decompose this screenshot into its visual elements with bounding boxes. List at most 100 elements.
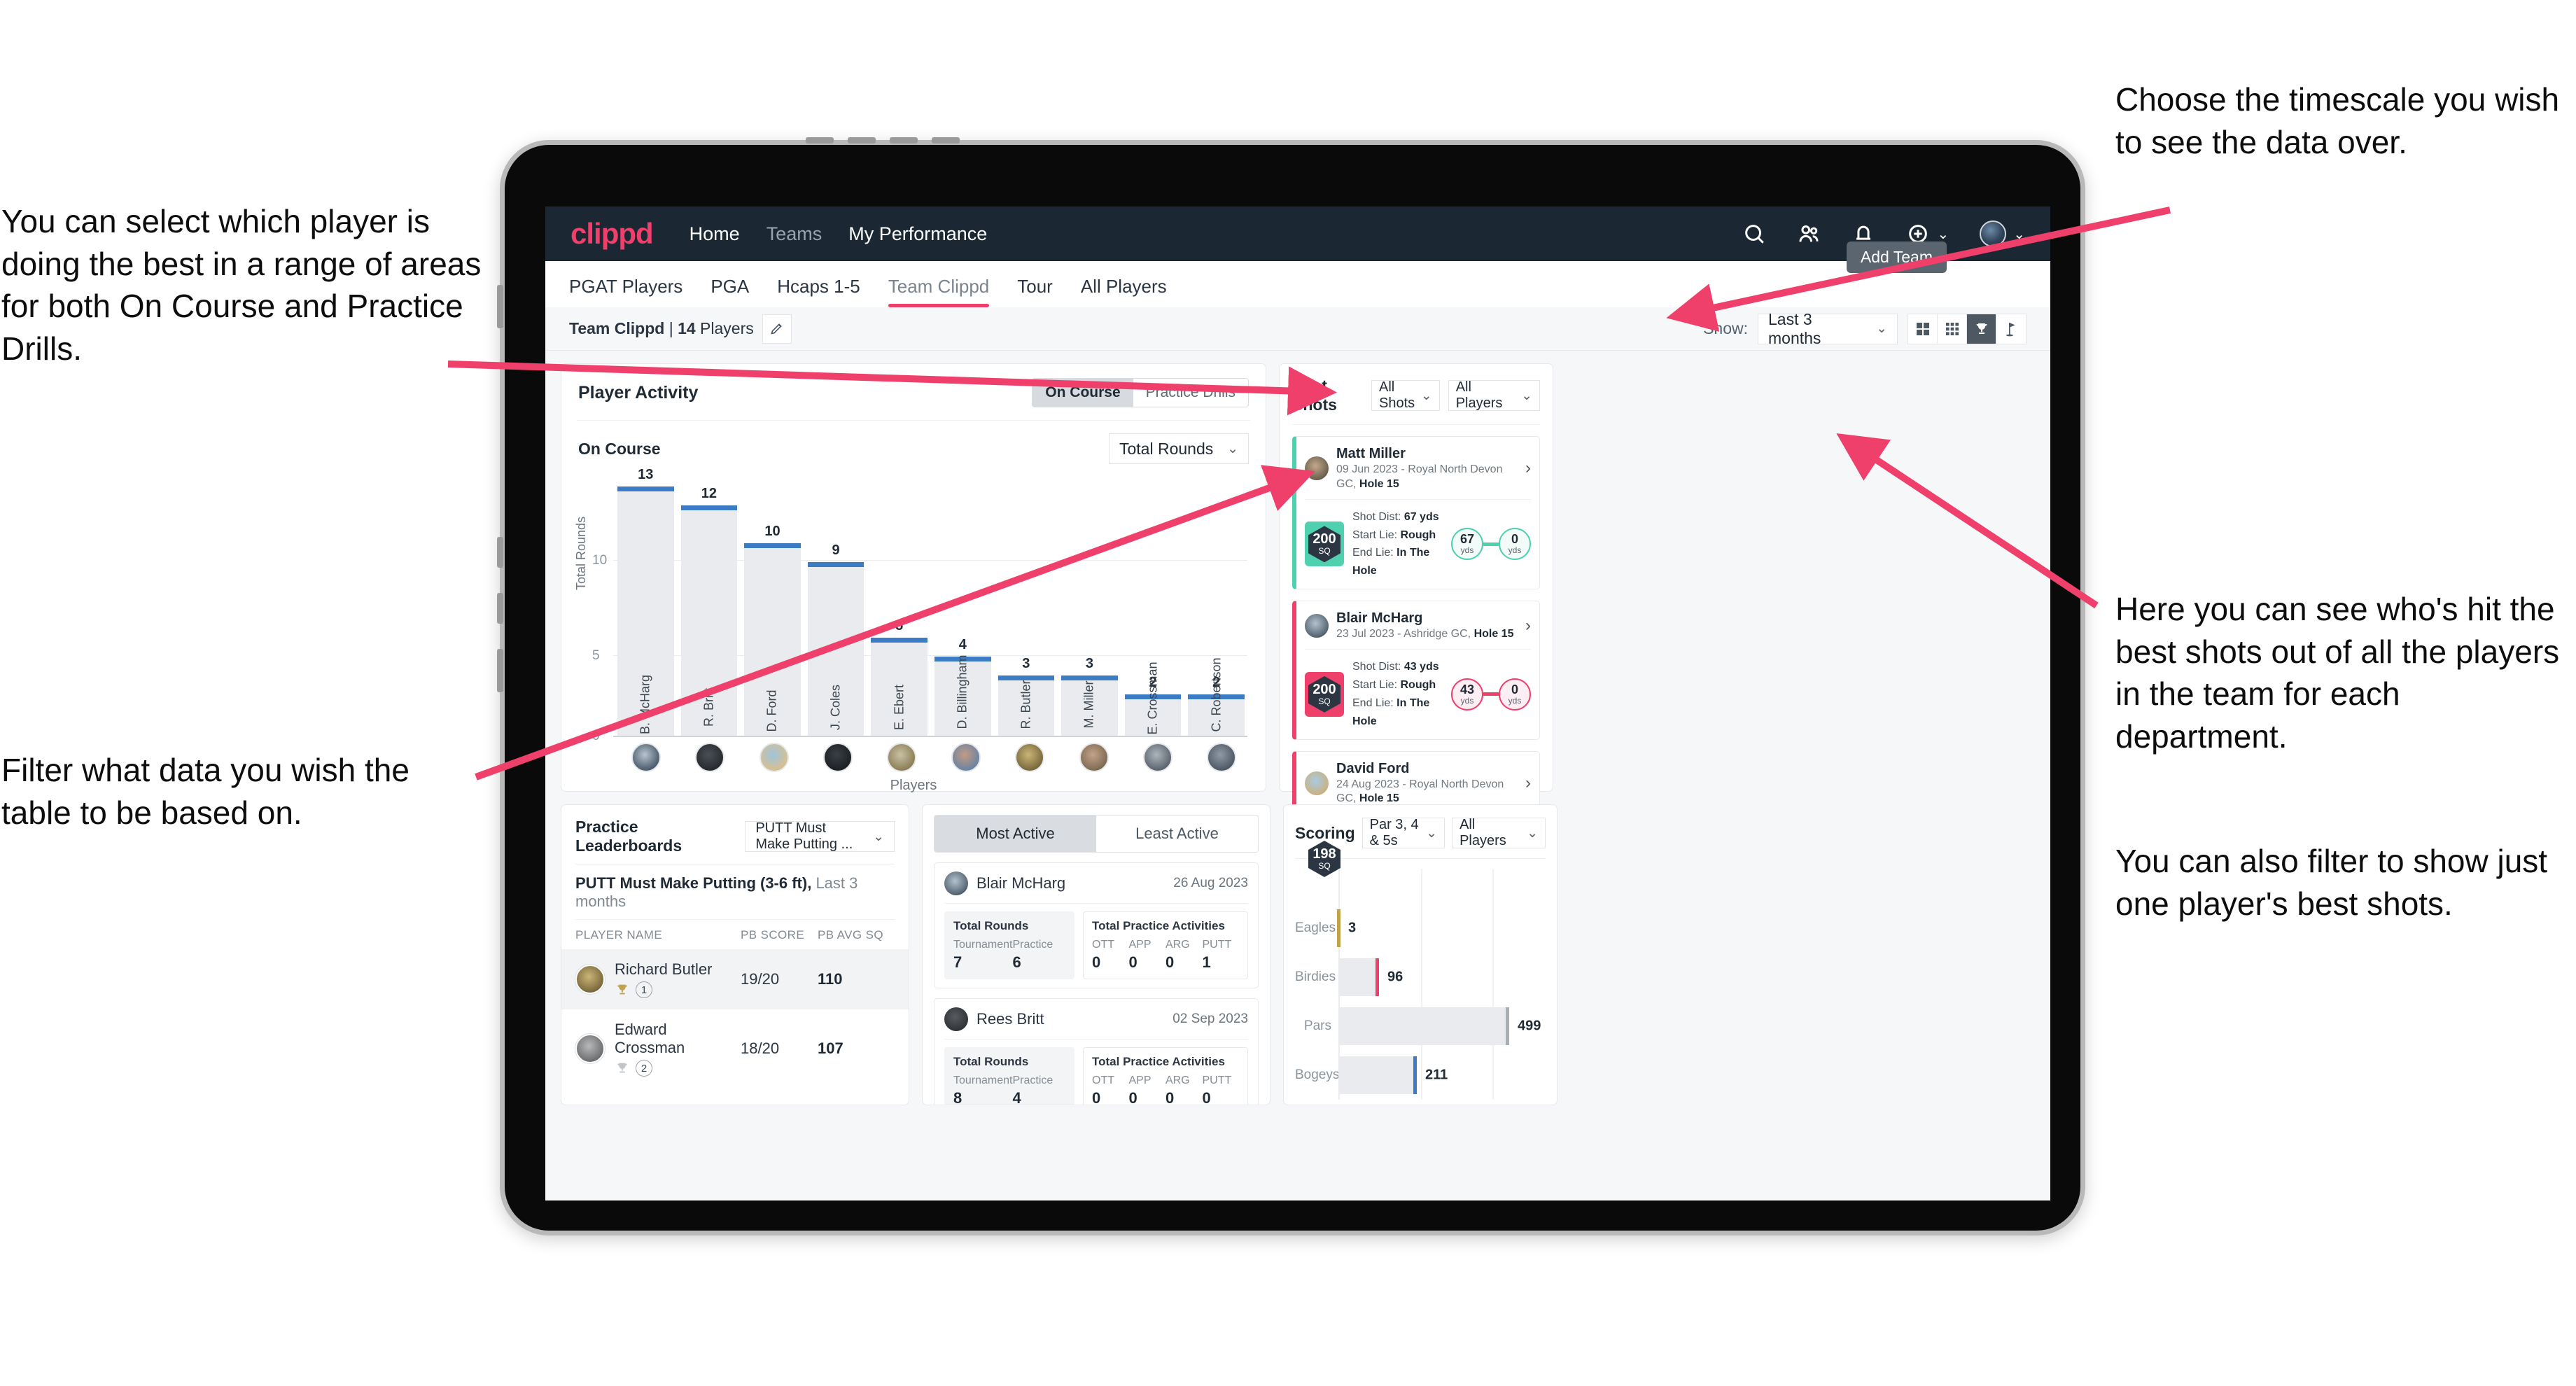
toggle-on-course[interactable]: On Course: [1032, 379, 1133, 407]
chevron-right-icon[interactable]: ›: [1520, 774, 1531, 793]
tab-all-players[interactable]: All Players: [1081, 276, 1167, 307]
practice-value: 0: [1128, 953, 1138, 971]
bar-column[interactable]: 13 B. McHarg: [617, 467, 674, 736]
annotation-timescale: Choose the timescale you wish to see the…: [2115, 81, 2560, 160]
drill-name: PUTT Must Make Putting (3-6 ft),: [575, 874, 812, 892]
player-activity-subheader: On Course Total Rounds ⌄: [561, 421, 1266, 468]
search-icon[interactable]: [1742, 222, 1766, 246]
player-avatar[interactable]: [809, 743, 866, 772]
chevron-down-icon[interactable]: ⌄: [2013, 225, 2025, 243]
distance-end: 0yds: [1499, 528, 1531, 561]
activity-card-header: Rees Britt 02 Sep 2023: [944, 1007, 1248, 1031]
bar-column[interactable]: 2 C. Robertson: [1188, 471, 1245, 736]
total-rounds-cols: Tournament 7 Practice 6: [953, 939, 1065, 972]
secondary-tab-bar: PGAT Players PGA Hcaps 1-5 Team Clippd T…: [545, 241, 2050, 307]
people-icon[interactable]: [1797, 222, 1821, 246]
tab-most-active[interactable]: Most Active: [934, 816, 1096, 852]
y-axis-title: Total Rounds: [574, 516, 588, 590]
edit-team-button[interactable]: [762, 314, 792, 344]
to-unit: yds: [1508, 695, 1522, 706]
tab-team-clippd[interactable]: Team Clippd: [888, 276, 989, 307]
scoring-value: 499: [1518, 1018, 1541, 1034]
avatar: [1305, 456, 1329, 481]
practice-col: ARG 0: [1166, 1074, 1203, 1105]
clippd-logo[interactable]: clippd: [570, 217, 654, 251]
bar-cap: [807, 562, 864, 567]
player-avatar[interactable]: [681, 743, 738, 772]
end-lie-label: End Lie:: [1352, 547, 1397, 559]
par-filter-select[interactable]: Par 3, 4 & 5s ⌄: [1362, 817, 1446, 848]
tab-pga[interactable]: PGA: [710, 276, 749, 307]
bar-category-label: R. Britt: [701, 687, 716, 727]
drill-value: PUTT Must Make Putting ...: [755, 820, 853, 852]
practice-value: 0: [1092, 953, 1101, 971]
par-filter-value: Par 3, 4 & 5s: [1369, 817, 1419, 848]
nav-link-teams[interactable]: Teams: [766, 223, 822, 245]
player-avatar[interactable]: [937, 743, 994, 772]
timescale-select[interactable]: Last 3 months ⌄: [1758, 310, 1898, 347]
tab-least-active[interactable]: Least Active: [1096, 816, 1258, 852]
view-golf-flag-button[interactable]: [1996, 314, 2026, 344]
metric-select[interactable]: Total Rounds ⌄: [1109, 433, 1249, 464]
toggle-practice-drills[interactable]: Practice Drills: [1133, 379, 1248, 407]
chevron-down-icon[interactable]: ⌄: [1937, 225, 1949, 243]
bar-column[interactable]: 5 E. Ebert: [871, 471, 927, 736]
chevron-right-icon[interactable]: ›: [1520, 458, 1531, 478]
view-grid-large-button[interactable]: [1908, 314, 1938, 344]
total-practice-box: Total Practice Activities OTT 0 APP 0 ARG 0…: [1083, 1047, 1248, 1105]
best-shot-card[interactable]: Matt Miller 09 Jun 2023 - Royal North De…: [1292, 436, 1540, 590]
scoring-bar-track: 499: [1338, 1007, 1546, 1045]
rounds-key: Practice: [1012, 939, 1054, 951]
chevron-right-icon[interactable]: ›: [1520, 616, 1531, 636]
player-avatar[interactable]: [1194, 743, 1250, 772]
timescale-value: Last 3 months: [1768, 309, 1821, 347]
scoring-players-select[interactable]: All Players ⌄: [1452, 817, 1546, 848]
tab-hcaps-1-5[interactable]: Hcaps 1-5: [777, 276, 860, 307]
player-avatar[interactable]: [746, 743, 802, 772]
best-shot-card[interactable]: Blair McHarg 23 Jul 2023 - Ashridge GC, …: [1292, 601, 1540, 740]
view-grid-small-button[interactable]: [1938, 314, 1967, 344]
avatar[interactable]: [1980, 220, 2007, 247]
practice-value: 1: [1202, 953, 1211, 971]
tab-pgat-players[interactable]: PGAT Players: [569, 276, 682, 307]
annotation-filter-player: You can also filter to show just one pla…: [2115, 843, 2548, 922]
bar-column[interactable]: 2 E. Crossman: [1124, 471, 1182, 736]
activity-player-card[interactable]: Rees Britt 02 Sep 2023 Total Rounds Tour…: [934, 998, 1259, 1105]
shots-filter-select[interactable]: All Shots ⌄: [1371, 379, 1440, 411]
drill-select[interactable]: PUTT Must Make Putting ... ⌄: [745, 820, 895, 852]
to-value: 0: [1511, 532, 1518, 547]
pb-score: 19/20: [741, 970, 780, 988]
shot-dist-label: Shot Dist:: [1352, 661, 1404, 673]
nav-link-home[interactable]: Home: [690, 223, 740, 245]
bar-column[interactable]: 3 R. Butler: [997, 471, 1055, 736]
activity-player-card[interactable]: Blair McHarg 26 Aug 2023 Total Rounds To…: [934, 862, 1259, 988]
bar-column[interactable]: 12 R. Britt: [680, 471, 738, 736]
best-shots-card: Best Shots All Shots ⌄ All Players ⌄ Mat…: [1279, 363, 1553, 904]
bar-column[interactable]: 4 D. Billingham: [934, 471, 991, 736]
practice-value: 0: [1128, 1089, 1138, 1105]
pb-score: 18/20: [741, 1040, 780, 1057]
chevron-down-icon: ⌄: [1227, 441, 1238, 456]
scoring-value: 211: [1425, 1067, 1448, 1083]
activity-card-body: Total Rounds Tournament 8 Practice 4 Total…: [944, 1047, 1248, 1105]
bar-column[interactable]: 3 M. Miller: [1061, 471, 1118, 736]
tab-tour[interactable]: Tour: [1017, 276, 1053, 307]
view-trophy-button[interactable]: [1967, 314, 1996, 344]
players-filter-select[interactable]: All Players ⌄: [1448, 379, 1540, 411]
nav-link-my-performance[interactable]: My Performance: [848, 223, 987, 245]
table-row[interactable]: Richard Butler 1 19/20 110: [561, 949, 909, 1009]
bar-column[interactable]: 9 J. Coles: [807, 471, 864, 736]
best-shot-body: 200 SQ Shot Dist: 67 yds Start Lie: Roug…: [1296, 500, 1539, 589]
scoring-title: Scoring: [1295, 823, 1355, 842]
player-avatar[interactable]: [1001, 743, 1058, 772]
table-row[interactable]: Edward Crossman 2 18/20 107: [561, 1009, 909, 1088]
player-avatar[interactable]: [874, 743, 930, 772]
player-avatar[interactable]: [617, 743, 674, 772]
practice-value: 0: [1092, 1089, 1101, 1105]
practice-cols: OTT 0 APP 0 ARG 0 PUTT 0: [1092, 1074, 1239, 1105]
player-avatar[interactable]: [1065, 743, 1122, 772]
bar-value: 10: [764, 524, 780, 539]
activity-card-header: Blair McHarg 26 Aug 2023: [944, 872, 1248, 895]
player-avatar[interactable]: [1129, 743, 1186, 772]
bar-column[interactable]: 10 D. Ford: [744, 471, 801, 736]
